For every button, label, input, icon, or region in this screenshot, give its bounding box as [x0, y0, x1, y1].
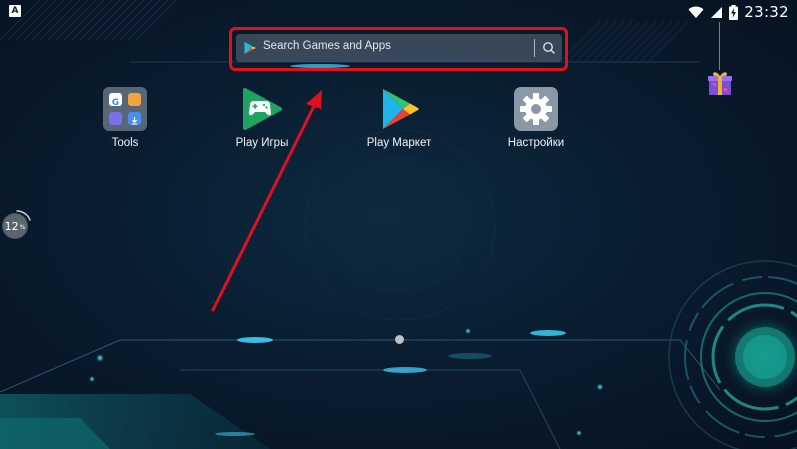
download-mini-icon: [128, 112, 141, 125]
app-settings[interactable]: Настройки: [481, 87, 591, 149]
badge-unit: %: [19, 224, 26, 231]
search-divider: [534, 39, 535, 57]
app-tools[interactable]: G Tools: [70, 87, 180, 149]
tools-folder-icon: G: [103, 87, 147, 131]
app-label: Play Маркет: [366, 137, 432, 149]
clock: 23:32: [744, 3, 789, 21]
page-indicator-dot[interactable]: [395, 335, 404, 344]
gift-icon[interactable]: [706, 68, 734, 96]
app-label: Play Игры: [235, 137, 289, 149]
status-icons: 23:32: [688, 2, 789, 22]
search-icon[interactable]: [540, 39, 558, 57]
status-bar: A 23:32: [0, 0, 797, 24]
play-store-icon: [244, 41, 256, 55]
play-market-icon: [383, 89, 419, 129]
search-input[interactable]: Search Games and Apps: [236, 34, 562, 62]
app-label: Tools: [111, 137, 139, 149]
gift-string: [719, 22, 720, 70]
signal-icon: [711, 6, 723, 18]
themes-mini-icon: [109, 112, 122, 125]
android-home-screen: A 23:32 Search Games and Apps G Tools Pl…: [0, 0, 797, 449]
search-placeholder: Search Games and Apps: [263, 40, 391, 52]
svg-text:G: G: [112, 98, 119, 108]
files-mini-icon: [128, 93, 141, 106]
notification-icon: A: [9, 5, 21, 17]
battery-charging-icon: [729, 4, 739, 20]
badge-value: 12: [4, 219, 19, 233]
settings-icon: [514, 87, 558, 131]
app-label: Настройки: [507, 137, 565, 149]
play-games-icon: [243, 88, 282, 130]
wifi-icon: [688, 6, 704, 18]
google-mini-icon: G: [109, 93, 122, 108]
app-play-games[interactable]: Play Игры: [207, 87, 317, 149]
app-play-market[interactable]: Play Маркет: [344, 87, 454, 149]
side-percent-badge[interactable]: 12%: [3, 214, 27, 238]
